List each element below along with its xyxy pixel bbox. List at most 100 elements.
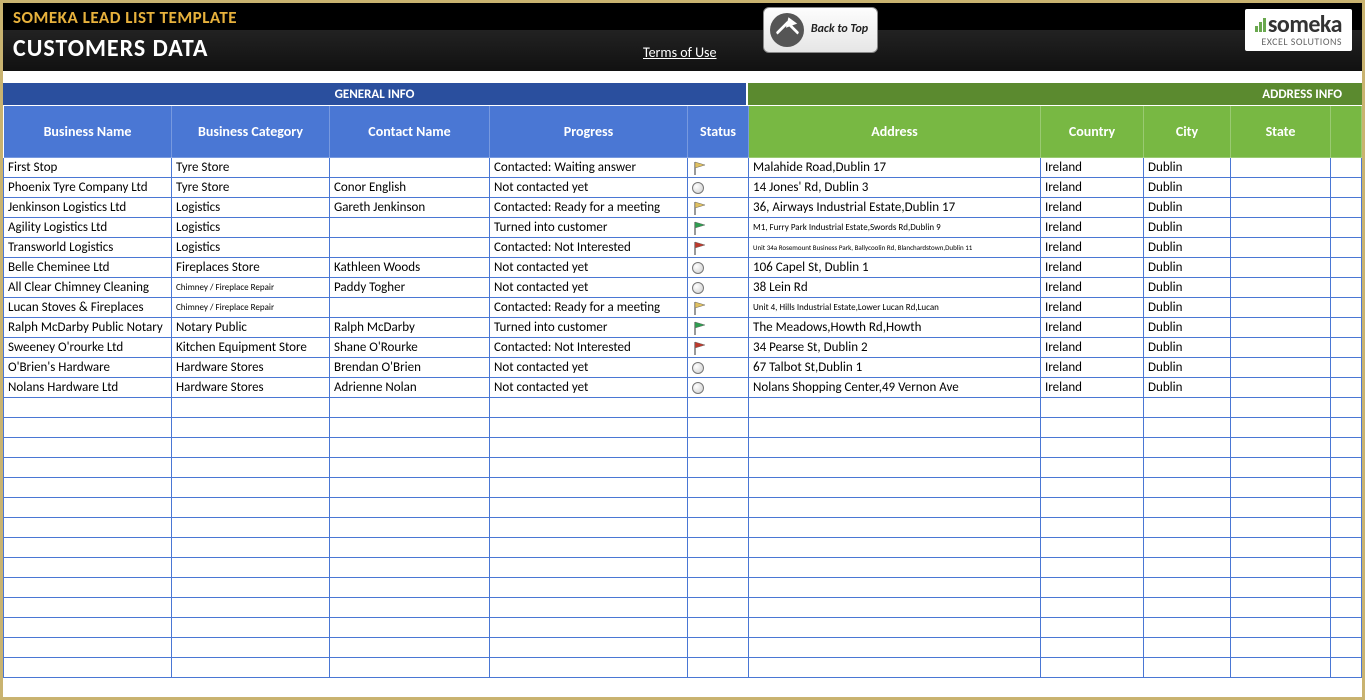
- empty-cell[interactable]: [1041, 658, 1144, 678]
- empty-cell[interactable]: [172, 658, 330, 678]
- empty-cell[interactable]: [4, 418, 172, 438]
- empty-cell[interactable]: [1231, 398, 1331, 418]
- cell-business-name[interactable]: Lucan Stoves & Fireplaces: [4, 298, 172, 318]
- empty-cell[interactable]: [1144, 558, 1231, 578]
- cell-state[interactable]: [1231, 218, 1331, 238]
- cell-country[interactable]: Ireland: [1041, 318, 1144, 338]
- cell-status[interactable]: [688, 258, 749, 278]
- cell-state[interactable]: [1231, 278, 1331, 298]
- cell-business-name[interactable]: Jenkinson Logistics Ltd: [4, 198, 172, 218]
- empty-cell[interactable]: [688, 598, 749, 618]
- col-contact-name[interactable]: Contact Name: [330, 106, 490, 158]
- cell-extra[interactable]: [1331, 198, 1362, 218]
- empty-cell[interactable]: [1331, 438, 1362, 458]
- cell-progress[interactable]: Not contacted yet: [490, 358, 688, 378]
- cell-state[interactable]: [1231, 358, 1331, 378]
- table-row[interactable]: [4, 578, 1362, 598]
- empty-cell[interactable]: [330, 658, 490, 678]
- cell-business-category[interactable]: Chimney / Fireplace Repair: [172, 278, 330, 298]
- cell-city[interactable]: Dublin: [1144, 178, 1231, 198]
- col-progress[interactable]: Progress: [490, 106, 688, 158]
- empty-cell[interactable]: [330, 538, 490, 558]
- cell-business-name[interactable]: All Clear Chimney Cleaning: [4, 278, 172, 298]
- empty-cell[interactable]: [1041, 618, 1144, 638]
- empty-cell[interactable]: [1144, 618, 1231, 638]
- empty-cell[interactable]: [172, 518, 330, 538]
- cell-extra[interactable]: [1331, 338, 1362, 358]
- table-row[interactable]: [4, 478, 1362, 498]
- cell-contact-name[interactable]: [330, 158, 490, 178]
- col-city[interactable]: City: [1144, 106, 1231, 158]
- empty-cell[interactable]: [1144, 518, 1231, 538]
- cell-city[interactable]: Dublin: [1144, 338, 1231, 358]
- empty-cell[interactable]: [4, 618, 172, 638]
- cell-state[interactable]: [1231, 158, 1331, 178]
- empty-cell[interactable]: [330, 518, 490, 538]
- empty-cell[interactable]: [1331, 478, 1362, 498]
- table-row[interactable]: [4, 518, 1362, 538]
- cell-contact-name[interactable]: [330, 238, 490, 258]
- col-country[interactable]: Country: [1041, 106, 1144, 158]
- cell-status[interactable]: [688, 238, 749, 258]
- cell-progress[interactable]: Contacted: Not Interested: [490, 238, 688, 258]
- empty-cell[interactable]: [330, 618, 490, 638]
- empty-cell[interactable]: [1041, 598, 1144, 618]
- back-to-top-button[interactable]: Back to Top: [763, 7, 878, 53]
- cell-progress[interactable]: Turned into customer: [490, 218, 688, 238]
- cell-business-name[interactable]: Belle Cheminee Ltd: [4, 258, 172, 278]
- empty-cell[interactable]: [172, 438, 330, 458]
- table-row[interactable]: Ralph McDarby Public NotaryNotary Public…: [4, 318, 1362, 338]
- cell-progress[interactable]: Turned into customer: [490, 318, 688, 338]
- empty-cell[interactable]: [749, 538, 1041, 558]
- cell-country[interactable]: Ireland: [1041, 258, 1144, 278]
- empty-cell[interactable]: [1231, 538, 1331, 558]
- table-row[interactable]: [4, 658, 1362, 678]
- cell-address[interactable]: Unit 34a Rosemount Business Park, Ballyc…: [749, 238, 1041, 258]
- cell-business-category[interactable]: Fireplaces Store: [172, 258, 330, 278]
- table-row[interactable]: Lucan Stoves & FireplacesChimney / Firep…: [4, 298, 1362, 318]
- empty-cell[interactable]: [1144, 438, 1231, 458]
- cell-status[interactable]: [688, 378, 749, 398]
- empty-cell[interactable]: [1041, 458, 1144, 478]
- empty-cell[interactable]: [1041, 558, 1144, 578]
- cell-country[interactable]: Ireland: [1041, 338, 1144, 358]
- cell-country[interactable]: Ireland: [1041, 298, 1144, 318]
- cell-progress[interactable]: Contacted: Ready for a meeting: [490, 198, 688, 218]
- cell-status[interactable]: [688, 338, 749, 358]
- empty-cell[interactable]: [688, 658, 749, 678]
- empty-cell[interactable]: [172, 538, 330, 558]
- empty-cell[interactable]: [1231, 418, 1331, 438]
- empty-cell[interactable]: [749, 438, 1041, 458]
- cell-progress[interactable]: Not contacted yet: [490, 378, 688, 398]
- table-row[interactable]: [4, 538, 1362, 558]
- empty-cell[interactable]: [688, 398, 749, 418]
- empty-cell[interactable]: [490, 618, 688, 638]
- cell-business-name[interactable]: O'Brien's Hardware: [4, 358, 172, 378]
- cell-contact-name[interactable]: [330, 218, 490, 238]
- empty-cell[interactable]: [1331, 618, 1362, 638]
- empty-cell[interactable]: [1231, 518, 1331, 538]
- cell-city[interactable]: Dublin: [1144, 358, 1231, 378]
- empty-cell[interactable]: [749, 518, 1041, 538]
- empty-cell[interactable]: [1041, 518, 1144, 538]
- table-row[interactable]: O'Brien's HardwareHardware StoresBrendan…: [4, 358, 1362, 378]
- cell-progress[interactable]: Not contacted yet: [490, 178, 688, 198]
- empty-cell[interactable]: [1041, 578, 1144, 598]
- empty-cell[interactable]: [1231, 618, 1331, 638]
- col-business-name[interactable]: Business Name: [4, 106, 172, 158]
- empty-cell[interactable]: [490, 398, 688, 418]
- empty-cell[interactable]: [330, 418, 490, 438]
- table-row[interactable]: [4, 438, 1362, 458]
- cell-state[interactable]: [1231, 258, 1331, 278]
- empty-cell[interactable]: [1144, 498, 1231, 518]
- cell-country[interactable]: Ireland: [1041, 218, 1144, 238]
- cell-country[interactable]: Ireland: [1041, 178, 1144, 198]
- cell-state[interactable]: [1231, 298, 1331, 318]
- col-business-category[interactable]: Business Category: [172, 106, 330, 158]
- cell-business-category[interactable]: Chimney / Fireplace Repair: [172, 298, 330, 318]
- cell-city[interactable]: Dublin: [1144, 378, 1231, 398]
- empty-cell[interactable]: [172, 418, 330, 438]
- empty-cell[interactable]: [4, 458, 172, 478]
- cell-status[interactable]: [688, 178, 749, 198]
- empty-cell[interactable]: [1331, 518, 1362, 538]
